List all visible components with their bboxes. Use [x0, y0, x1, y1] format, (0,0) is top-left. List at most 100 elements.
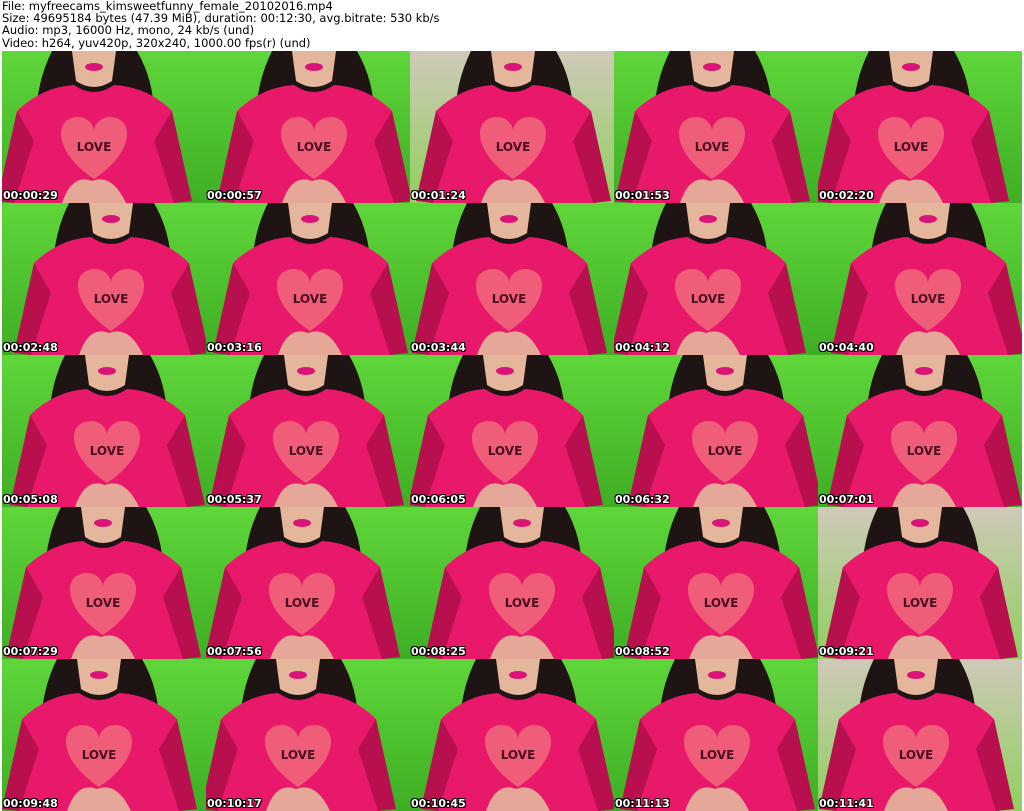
- thumbnail-image: LOVE: [614, 355, 818, 507]
- video-thumbnail: LOVE 00:11:13: [614, 659, 818, 811]
- thumbnail-image: LOVE: [818, 355, 1022, 507]
- shirt-print: LOVE: [297, 140, 332, 154]
- thumbnail-image: LOVE: [2, 203, 206, 355]
- thumbnail-image: LOVE: [410, 507, 614, 659]
- thumbnail-image: LOVE: [2, 355, 206, 507]
- thumbnail-timestamp: 00:03:44: [411, 341, 466, 354]
- audio-line: Audio: mp3, 16000 Hz, mono, 24 kb/s (und…: [2, 23, 255, 38]
- video-thumbnail: LOVE 00:09:21: [818, 507, 1022, 659]
- shirt-print: LOVE: [293, 292, 328, 306]
- video-thumbnail: LOVE 00:08:52: [614, 507, 818, 659]
- thumbnail-image: LOVE: [206, 659, 410, 811]
- thumbnail-timestamp: 00:10:17: [207, 797, 262, 810]
- thumbnail-image: LOVE: [818, 51, 1022, 203]
- thumbnail-timestamp: 00:04:40: [819, 341, 874, 354]
- thumbnail-image: LOVE: [818, 659, 1022, 811]
- shirt-print: LOVE: [82, 748, 117, 762]
- video-thumbnail: LOVE 00:00:57: [206, 51, 410, 203]
- thumbnail-timestamp: 00:10:45: [411, 797, 466, 810]
- thumbnail-timestamp: 00:06:05: [411, 493, 466, 506]
- video-thumbnail: LOVE 00:03:16: [206, 203, 410, 355]
- video-thumbnail: LOVE 00:02:20: [818, 51, 1022, 203]
- shirt-print: LOVE: [695, 140, 730, 154]
- thumbnail-image: LOVE: [818, 507, 1022, 659]
- shirt-print: LOVE: [86, 596, 121, 610]
- thumbnail-image: LOVE: [206, 51, 410, 203]
- shirt-print: LOVE: [691, 292, 726, 306]
- shirt-print: LOVE: [700, 748, 735, 762]
- shirt-print: LOVE: [281, 748, 316, 762]
- thumbnail-image: LOVE: [2, 51, 206, 203]
- video-thumbnail: LOVE 00:09:48: [2, 659, 206, 811]
- shirt-print: LOVE: [492, 292, 527, 306]
- thumbnail-timestamp: 00:01:24: [411, 189, 466, 202]
- thumbnail-timestamp: 00:01:53: [615, 189, 670, 202]
- file-info-header: File: myfreecams_kimsweetfunny_female_20…: [2, 0, 1022, 50]
- video-thumbnail: LOVE 00:07:01: [818, 355, 1022, 507]
- shirt-print: LOVE: [894, 140, 929, 154]
- thumbnail-image: LOVE: [410, 51, 614, 203]
- shirt-print: LOVE: [907, 444, 942, 458]
- thumbnail-image: LOVE: [614, 203, 818, 355]
- video-thumbnail: LOVE 00:07:56: [206, 507, 410, 659]
- video-thumbnail: LOVE 00:08:25: [410, 507, 614, 659]
- thumbnail-image: LOVE: [2, 659, 206, 811]
- shirt-print: LOVE: [496, 140, 531, 154]
- thumbnail-image: LOVE: [614, 507, 818, 659]
- thumbnail-image: LOVE: [206, 355, 410, 507]
- shirt-print: LOVE: [289, 444, 324, 458]
- video-thumbnail: LOVE 00:05:08: [2, 355, 206, 507]
- video-thumbnail: LOVE 00:03:44: [410, 203, 614, 355]
- thumbnail-timestamp: 00:07:29: [3, 645, 58, 658]
- thumbnail-timestamp: 00:09:21: [819, 645, 874, 658]
- thumbnail-image: LOVE: [410, 355, 614, 507]
- video-thumbnail: LOVE 00:00:29: [2, 51, 206, 203]
- thumbnail-timestamp: 00:07:01: [819, 493, 874, 506]
- thumbnail-image: LOVE: [206, 507, 410, 659]
- thumbnail-timestamp: 00:04:12: [615, 341, 670, 354]
- video-thumbnail: LOVE 00:06:05: [410, 355, 614, 507]
- video-thumbnail: LOVE 00:05:37: [206, 355, 410, 507]
- thumbnail-image: LOVE: [410, 203, 614, 355]
- thumbnail-grid: LOVE 00:00:29 LOVE 00:00:57 LOVE 00:01:24 LOVE…: [2, 51, 1022, 811]
- thumbnail-timestamp: 00:08:25: [411, 645, 466, 658]
- video-thumbnail: LOVE 00:10:17: [206, 659, 410, 811]
- shirt-print: LOVE: [488, 444, 523, 458]
- shirt-print: LOVE: [94, 292, 129, 306]
- video-thumbnail: LOVE 00:07:29: [2, 507, 206, 659]
- shirt-print: LOVE: [505, 596, 540, 610]
- thumbnail-timestamp: 00:11:13: [615, 797, 670, 810]
- shirt-print: LOVE: [501, 748, 536, 762]
- thumbnail-timestamp: 00:02:48: [3, 341, 58, 354]
- video-thumbnail: LOVE 00:01:53: [614, 51, 818, 203]
- video-thumbnail: LOVE 00:10:45: [410, 659, 614, 811]
- thumbnail-timestamp: 00:05:37: [207, 493, 262, 506]
- video-thumbnail: LOVE 00:02:48: [2, 203, 206, 355]
- video-thumbnail: LOVE 00:01:24: [410, 51, 614, 203]
- thumbnail-image: LOVE: [614, 51, 818, 203]
- shirt-print: LOVE: [704, 596, 739, 610]
- video-thumbnail: LOVE 00:04:12: [614, 203, 818, 355]
- thumbnail-image: LOVE: [410, 659, 614, 811]
- thumbnail-timestamp: 00:00:29: [3, 189, 58, 202]
- thumbnail-timestamp: 00:09:48: [3, 797, 58, 810]
- video-thumbnail: LOVE 00:04:40: [818, 203, 1022, 355]
- shirt-print: LOVE: [285, 596, 320, 610]
- thumbnail-image: LOVE: [2, 507, 206, 659]
- thumbnail-timestamp: 00:00:57: [207, 189, 262, 202]
- thumbnail-timestamp: 00:06:32: [615, 493, 670, 506]
- video-line: Video: h264, yuv420p, 320x240, 1000.00 f…: [2, 35, 311, 50]
- shirt-print: LOVE: [708, 444, 743, 458]
- shirt-print: LOVE: [911, 292, 946, 306]
- thumbnail-timestamp: 00:03:16: [207, 341, 262, 354]
- thumbnail-image: LOVE: [206, 203, 410, 355]
- video-thumbnail: LOVE 00:11:41: [818, 659, 1022, 811]
- thumbnail-timestamp: 00:07:56: [207, 645, 262, 658]
- thumbnail-image: LOVE: [818, 203, 1022, 355]
- thumbnail-image: LOVE: [614, 659, 818, 811]
- thumbnail-timestamp: 00:08:52: [615, 645, 670, 658]
- shirt-print: LOVE: [77, 140, 112, 154]
- thumbnail-timestamp: 00:02:20: [819, 189, 874, 202]
- shirt-print: LOVE: [899, 748, 934, 762]
- thumbnail-timestamp: 00:05:08: [3, 493, 58, 506]
